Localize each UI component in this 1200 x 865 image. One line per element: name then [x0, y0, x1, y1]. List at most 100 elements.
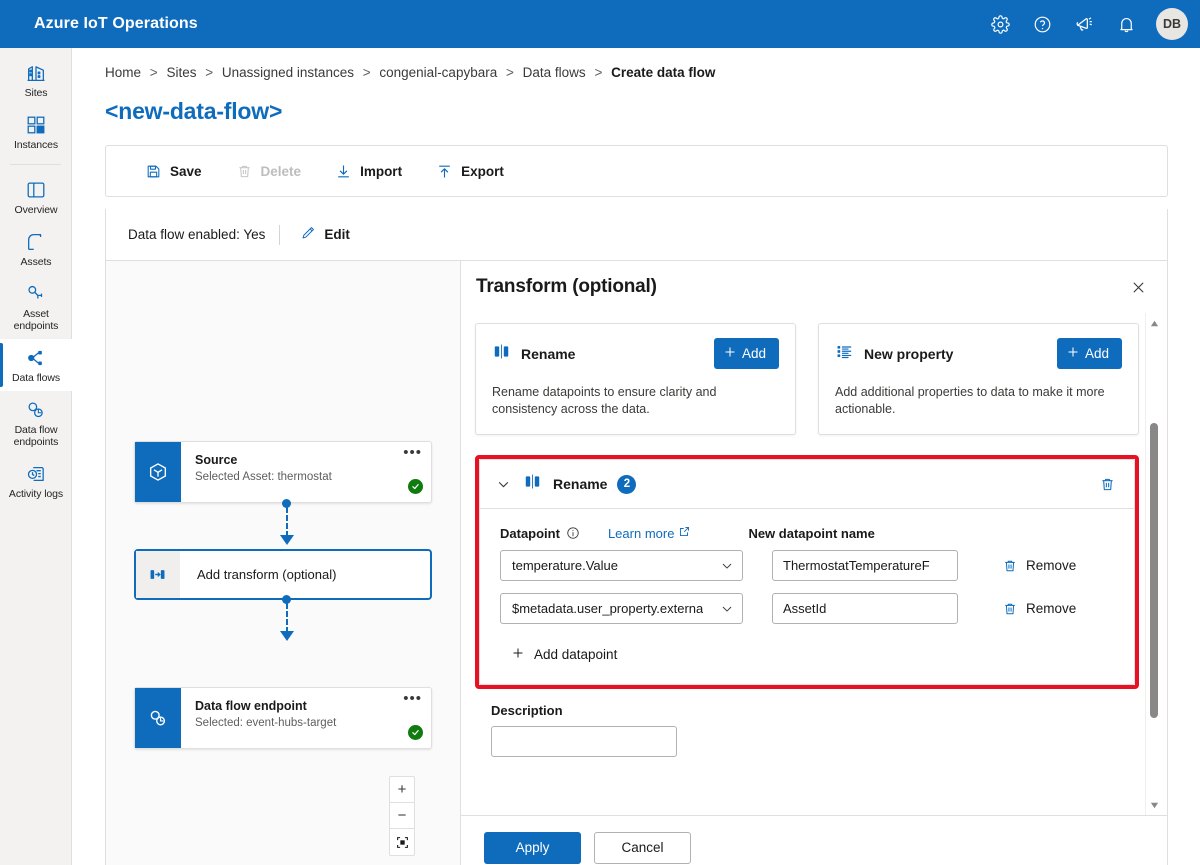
canvas-node-source[interactable]: Source Selected Asset: thermostat ••• [134, 441, 432, 503]
sidebar-item-label: Sites [24, 87, 48, 99]
canvas-node-add-transform[interactable]: Add transform (optional) [134, 549, 432, 600]
transform-option-cards: Rename Add Rename datapoints to ensure c… [475, 323, 1139, 435]
plus-icon [1066, 345, 1080, 362]
add-new-property-button[interactable]: Add [1056, 338, 1122, 369]
add-datapoint-button[interactable]: Add datapoint [504, 641, 624, 668]
data-flow-endpoint-icon [135, 688, 181, 748]
help-icon[interactable] [1024, 6, 1060, 42]
bell-icon[interactable] [1108, 6, 1144, 42]
rename-section-highlight: Rename 2 Datapoint Learn more New datapo… [475, 455, 1139, 689]
transform-panel-header: Transform (optional) [461, 261, 1167, 313]
learn-more-link[interactable]: Learn more [608, 525, 691, 541]
page-title: <new-data-flow> [105, 98, 283, 124]
app-title: Azure IoT Operations [34, 15, 198, 32]
import-icon [335, 163, 352, 180]
endpoint-node-more-icon[interactable]: ••• [403, 691, 422, 706]
export-icon [436, 163, 453, 180]
option-card-header: Rename Add [492, 338, 779, 369]
add-label: Add [1084, 346, 1109, 361]
import-button[interactable]: Import [321, 154, 416, 188]
save-button[interactable]: Save [131, 154, 216, 188]
breadcrumb-item-home[interactable]: Home [105, 65, 141, 80]
remove-datapoint-button[interactable]: Remove [997, 554, 1081, 578]
scroll-up-arrow-icon[interactable] [1146, 315, 1162, 331]
plus-icon [511, 646, 525, 663]
sidebar-item-label: Data flows [11, 372, 61, 384]
remove-label: Remove [1026, 601, 1077, 616]
breadcrumb-item-instance[interactable]: congenial-capybara [379, 65, 497, 80]
remove-label: Remove [1026, 558, 1077, 573]
sidebar-item-label: Assets [20, 256, 52, 268]
endpoint-node-subtitle: Selected: event-hubs-target [195, 717, 337, 729]
breadcrumb-item-unassigned-instances[interactable]: Unassigned instances [222, 65, 354, 80]
rename-section-body: Datapoint Learn more New datapoint name … [480, 509, 1134, 684]
rename-row: temperature.Value ThermostatTemperatureF [500, 550, 1118, 581]
breadcrumb-item-sites[interactable]: Sites [166, 65, 196, 80]
sidebar-item-asset-endpoints[interactable]: Asset endpoints [0, 275, 72, 339]
sidebar-item-instances[interactable]: Instances [0, 106, 72, 158]
close-icon[interactable] [1123, 272, 1153, 302]
left-nav-rail: Sites Instances Overview Assets Asset en… [0, 48, 72, 865]
sidebar-item-label: Instances [13, 139, 59, 151]
panel-scrollbar[interactable] [1145, 313, 1161, 815]
chevron-down-icon[interactable] [496, 477, 511, 492]
option-card-rename[interactable]: Rename Add Rename datapoints to ensure c… [475, 323, 796, 435]
top-header-bar: Azure IoT Operations DB [0, 0, 1200, 48]
import-label: Import [360, 163, 403, 179]
source-node-title: Source [195, 453, 238, 467]
new-datapoint-name-value: AssetId [783, 601, 827, 616]
rename-row: $metadata.user_property.externa AssetId [500, 593, 1118, 624]
feedback-icon[interactable] [1066, 6, 1102, 42]
external-link-icon [678, 525, 691, 541]
scroll-content: other manipulations. included. [475, 313, 1139, 757]
sidebar-item-overview[interactable]: Overview [0, 171, 72, 223]
sidebar-item-assets[interactable]: Assets [0, 223, 72, 275]
cancel-button[interactable]: Cancel [594, 831, 691, 864]
sidebar-item-activity-logs[interactable]: Activity logs [0, 455, 72, 507]
option-card-title: Rename [521, 345, 576, 362]
fit-to-view-button[interactable] [390, 829, 414, 855]
description-input[interactable] [491, 726, 677, 757]
remove-datapoint-button[interactable]: Remove [997, 597, 1081, 621]
source-icon [135, 442, 181, 502]
zoom-in-button[interactable]: + [390, 777, 414, 803]
edit-button[interactable]: Edit [294, 221, 356, 248]
transform-panel-scroll-area[interactable]: other manipulations. included. [461, 313, 1167, 815]
option-card-new-property[interactable]: New property Add Add additional properti… [818, 323, 1139, 435]
data-flow-canvas[interactable]: Source Selected Asset: thermostat ••• Ad… [106, 261, 461, 865]
gear-icon[interactable] [982, 6, 1018, 42]
transform-panel: Transform (optional) other manipulations… [461, 261, 1167, 865]
command-toolbar: Save Delete Import Export [105, 145, 1168, 197]
sidebar-item-sites[interactable]: Sites [0, 54, 72, 106]
canvas-node-data-flow-endpoint[interactable]: Data flow endpoint Selected: event-hubs-… [134, 687, 432, 749]
description-label: Description [491, 703, 563, 718]
source-node-status-badge [408, 479, 423, 494]
scrollbar-thumb[interactable] [1150, 423, 1158, 718]
new-datapoint-name-input[interactable]: ThermostatTemperatureF [772, 550, 958, 581]
datapoint-select[interactable]: temperature.Value [500, 550, 743, 581]
info-icon[interactable] [566, 526, 580, 540]
zoom-out-button[interactable]: − [390, 803, 414, 829]
apply-button[interactable]: Apply [484, 831, 581, 864]
add-rename-button[interactable]: Add [713, 338, 779, 369]
new-datapoint-name-input[interactable]: AssetId [772, 593, 958, 624]
sidebar-item-data-flow-endpoints[interactable]: Data flow endpoints [0, 391, 72, 455]
source-node-more-icon[interactable]: ••• [403, 445, 422, 460]
rename-section-title: Rename [553, 476, 608, 492]
delete-rename-section-icon[interactable] [1095, 472, 1120, 497]
breadcrumb-item-data-flows[interactable]: Data flows [523, 65, 586, 80]
delete-button[interactable]: Delete [222, 154, 316, 188]
avatar[interactable]: DB [1156, 8, 1188, 40]
export-button[interactable]: Export [422, 154, 518, 188]
transform-panel-footer: Apply Cancel [461, 815, 1167, 865]
main-content: Home > Sites > Unassigned instances > co… [72, 48, 1200, 865]
endpoint-node-body: Data flow endpoint Selected: event-hubs-… [181, 688, 431, 748]
data-flow-editor: Source Selected Asset: thermostat ••• Ad… [105, 261, 1168, 865]
datapoint-select[interactable]: $metadata.user_property.externa [500, 593, 743, 624]
chevron-down-icon [714, 602, 734, 616]
sidebar-item-data-flows[interactable]: Data flows [0, 339, 72, 391]
connector-arrow-1 [280, 535, 294, 545]
datapoint-select-value: temperature.Value [512, 558, 618, 573]
scroll-down-arrow-icon[interactable] [1146, 797, 1162, 813]
save-icon [145, 163, 162, 180]
